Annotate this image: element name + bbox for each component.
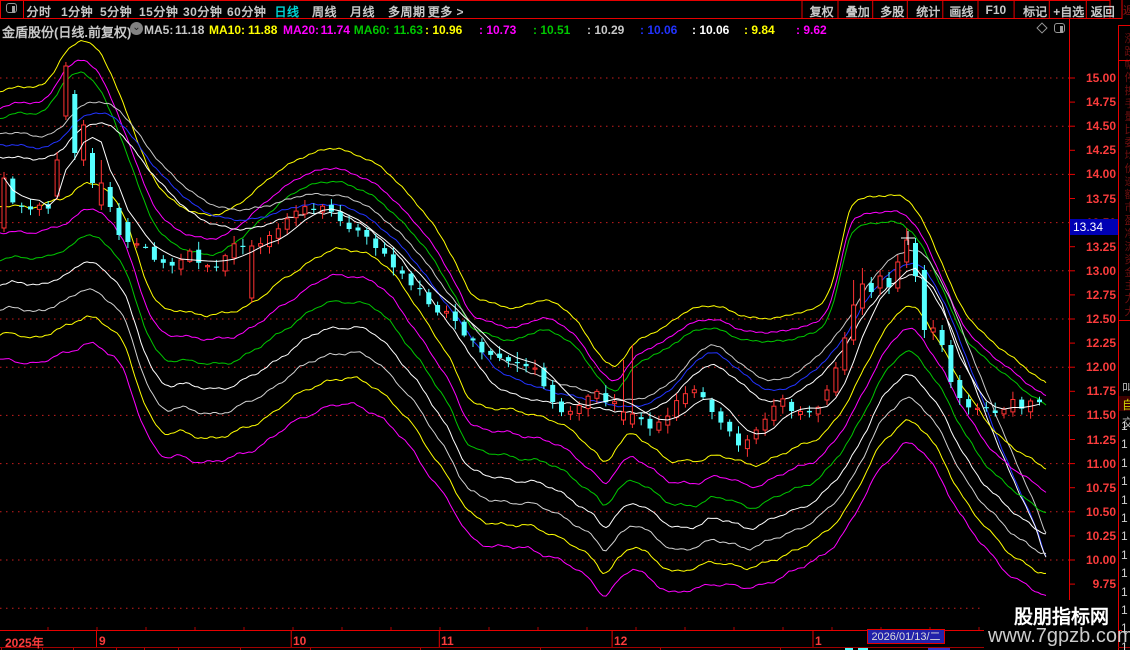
svg-text:换: 换 [1125, 83, 1130, 97]
svg-text:市: 市 [1125, 200, 1130, 214]
svg-text:净: 净 [1125, 226, 1130, 240]
svg-text:价: 价 [1125, 162, 1130, 175]
svg-text:自: 自 [1122, 398, 1130, 412]
svg-text:流: 流 [1125, 239, 1130, 253]
svg-text:幅: 幅 [1125, 58, 1130, 71]
svg-text:量: 量 [1125, 110, 1130, 123]
svg-text:1: 1 [1121, 566, 1128, 580]
svg-text:均: 均 [1125, 149, 1130, 162]
svg-text:1: 1 [1121, 493, 1128, 507]
svg-text:1: 1 [1121, 548, 1128, 562]
svg-text:委: 委 [1125, 136, 1130, 149]
svg-text:额: 额 [1125, 188, 1130, 201]
svg-text:手: 手 [1125, 96, 1130, 110]
svg-text:力: 力 [1125, 292, 1130, 305]
svg-text:资: 资 [1125, 253, 1130, 266]
svg-text:盈: 盈 [1125, 214, 1130, 227]
svg-text:1: 1 [1121, 456, 1128, 470]
svg-text:1: 1 [1121, 419, 1128, 433]
svg-text:比: 比 [1125, 123, 1130, 136]
svg-text:跌: 跌 [1125, 44, 1130, 58]
svg-text:返: 返 [1123, 4, 1130, 17]
svg-text:大: 大 [1125, 304, 1130, 318]
svg-text:叫: 叫 [1122, 381, 1130, 395]
svg-text:金: 金 [1125, 265, 1130, 279]
svg-text:1: 1 [1121, 529, 1128, 543]
svg-text:主: 主 [1125, 279, 1130, 292]
svg-text:1: 1 [1121, 474, 1128, 488]
svg-text:1: 1 [1121, 603, 1128, 617]
svg-text:1: 1 [1121, 511, 1128, 525]
svg-text:停: 停 [1125, 70, 1130, 84]
svg-text:1: 1 [1121, 437, 1128, 451]
svg-text:1: 1 [1121, 585, 1128, 599]
svg-text:涨: 涨 [1125, 32, 1130, 45]
svg-text:速: 速 [1125, 175, 1130, 188]
